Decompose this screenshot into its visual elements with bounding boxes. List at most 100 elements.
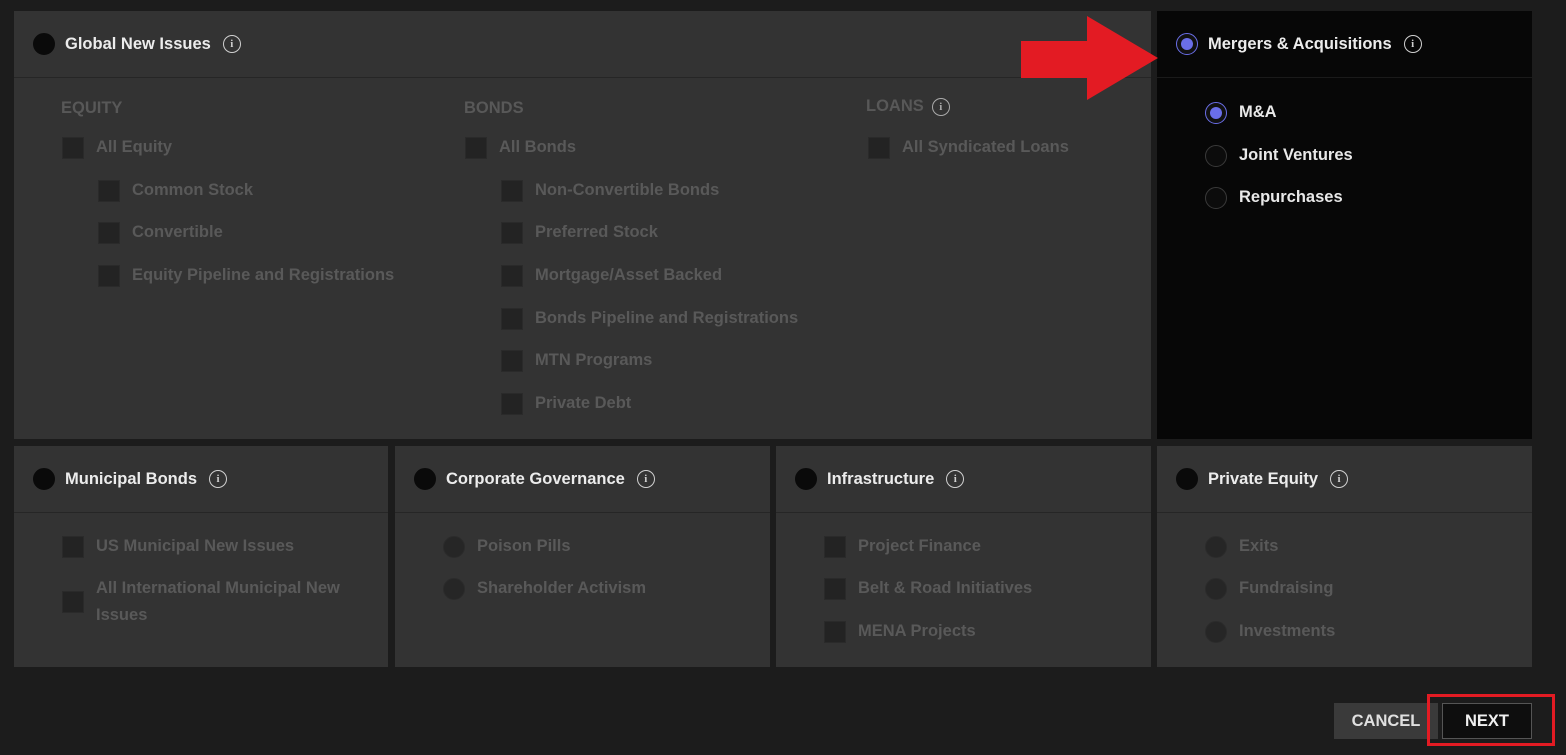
item-label: Project Finance: [858, 537, 981, 555]
highlight-box-annotation: [1427, 694, 1555, 746]
radio-private-equity[interactable]: [1176, 468, 1198, 490]
checkbox-item-all-bonds[interactable]: All Bonds: [465, 134, 576, 161]
radio-item-exits[interactable]: Exits: [1205, 533, 1278, 560]
item-label: Belt & Road Initiatives: [858, 579, 1033, 597]
radio-item-poison-pills[interactable]: Poison Pills: [443, 533, 571, 560]
radio[interactable]: [443, 577, 465, 600]
info-icon[interactable]: i: [1403, 35, 1422, 53]
checkbox-item-all-equity[interactable]: All Equity: [62, 134, 172, 161]
radio-infrastructure[interactable]: [795, 468, 817, 490]
checkbox[interactable]: [98, 264, 120, 287]
checkbox-item-mortgage-asset-backed[interactable]: Mortgage/Asset Backed: [501, 262, 722, 289]
checkbox-item-intl-municipal-new-issues[interactable]: All International Municipal New Issues: [62, 575, 362, 629]
category-title-equity: EQUITY: [61, 99, 123, 117]
checkbox[interactable]: [501, 264, 523, 287]
radio[interactable]: [1205, 101, 1227, 124]
red-arrow-annotation: [1021, 16, 1158, 100]
checkbox-item-project-finance[interactable]: Project Finance: [824, 533, 981, 560]
item-label: Investments: [1239, 622, 1336, 640]
item-label: Fundraising: [1239, 579, 1334, 597]
checkbox-item-private-debt[interactable]: Private Debt: [501, 390, 631, 417]
radio-item-fundraising[interactable]: Fundraising: [1205, 575, 1333, 602]
panel-municipal-bonds: Municipal Bonds i US Municipal New Issue…: [14, 446, 388, 667]
category-title-bonds: BONDS: [464, 99, 524, 117]
radio-corporate-governance[interactable]: [414, 468, 436, 490]
checkbox-item-all-syndicated-loans[interactable]: All Syndicated Loans: [868, 134, 1069, 161]
panel-header-mergers-acquisitions[interactable]: Mergers & Acquisitions i: [1157, 11, 1532, 78]
radio[interactable]: [1205, 620, 1227, 643]
panel-private-equity: Private Equity i Exits Fundraising Inves…: [1157, 446, 1532, 667]
info-icon[interactable]: i: [1330, 470, 1349, 488]
item-label: All Bonds: [499, 138, 576, 156]
radio-municipal-bonds[interactable]: [33, 468, 55, 490]
panel-header-municipal-bonds[interactable]: Municipal Bonds i: [14, 446, 388, 513]
panel-title: Mergers & Acquisitions: [1208, 34, 1392, 53]
checkbox[interactable]: [824, 535, 846, 558]
info-icon[interactable]: i: [222, 35, 241, 53]
panel-title: Private Equity: [1208, 469, 1319, 488]
item-label: Repurchases: [1239, 188, 1343, 206]
item-label: Joint Ventures: [1239, 146, 1353, 164]
radio[interactable]: [1205, 186, 1227, 209]
checkbox[interactable]: [824, 620, 846, 643]
item-label: Shareholder Activism: [477, 579, 647, 597]
checkbox-item-common-stock[interactable]: Common Stock: [98, 177, 253, 204]
checkbox-item-mena-projects[interactable]: MENA Projects: [824, 618, 976, 645]
item-label: Preferred Stock: [535, 223, 658, 241]
checkbox-item-equity-pipeline[interactable]: Equity Pipeline and Registrations: [98, 262, 394, 289]
radio[interactable]: [1205, 577, 1227, 600]
checkbox-item-mtn-programs[interactable]: MTN Programs: [501, 347, 652, 374]
panel-header-global-new-issues[interactable]: Global New Issues i: [14, 11, 1151, 78]
panel-title: Infrastructure: [827, 469, 935, 488]
checkbox-item-non-convertible-bonds[interactable]: Non-Convertible Bonds: [501, 177, 719, 204]
item-label: All International Municipal New Issues: [96, 579, 340, 624]
checkbox[interactable]: [824, 577, 846, 600]
radio-item-repurchases[interactable]: Repurchases: [1205, 184, 1343, 211]
radio[interactable]: [443, 535, 465, 558]
checkbox[interactable]: [465, 136, 487, 159]
item-label: Poison Pills: [477, 537, 571, 555]
checkbox-item-us-municipal-new-issues[interactable]: US Municipal New Issues: [62, 533, 294, 560]
panel-header-private-equity[interactable]: Private Equity i: [1157, 446, 1532, 513]
radio-mergers-acquisitions[interactable]: [1176, 33, 1198, 55]
radio-global-new-issues[interactable]: [33, 33, 55, 55]
checkbox[interactable]: [62, 535, 84, 558]
checkbox[interactable]: [501, 179, 523, 202]
panel-global-new-issues: Global New Issues i EQUITY All Equity Co…: [14, 11, 1151, 439]
item-label: Exits: [1239, 537, 1279, 555]
checkbox[interactable]: [98, 221, 120, 244]
info-icon[interactable]: i: [931, 97, 950, 116]
checkbox-item-preferred-stock[interactable]: Preferred Stock: [501, 219, 658, 246]
checkbox[interactable]: [501, 221, 523, 244]
category-title-loans: LOANS i: [866, 97, 950, 116]
checkbox-item-bonds-pipeline[interactable]: Bonds Pipeline and Registrations: [501, 305, 798, 332]
checkbox[interactable]: [62, 591, 84, 613]
info-icon[interactable]: i: [636, 470, 655, 488]
checkbox[interactable]: [868, 136, 890, 159]
radio-item-investments[interactable]: Investments: [1205, 618, 1335, 645]
panel-title: Corporate Governance: [446, 469, 625, 488]
panel-header-infrastructure[interactable]: Infrastructure i: [776, 446, 1151, 513]
checkbox[interactable]: [98, 179, 120, 202]
item-label: Convertible: [132, 223, 223, 241]
radio-item-shareholder-activism[interactable]: Shareholder Activism: [443, 575, 646, 602]
checkbox-item-convertible[interactable]: Convertible: [98, 219, 223, 246]
item-label: Private Debt: [535, 394, 632, 412]
cancel-button[interactable]: CANCEL: [1334, 703, 1438, 739]
info-icon[interactable]: i: [209, 470, 227, 488]
checkbox[interactable]: [62, 136, 84, 159]
panel-header-corporate-governance[interactable]: Corporate Governance i: [395, 446, 770, 513]
radio-item-m-and-a[interactable]: M&A: [1205, 99, 1277, 126]
checkbox[interactable]: [501, 392, 523, 415]
item-label: MTN Programs: [535, 351, 653, 369]
info-icon[interactable]: i: [946, 470, 965, 488]
radio[interactable]: [1205, 144, 1227, 167]
checkbox-item-belt-road[interactable]: Belt & Road Initiatives: [824, 575, 1032, 602]
radio-item-joint-ventures[interactable]: Joint Ventures: [1205, 142, 1353, 169]
item-label: M&A: [1239, 103, 1277, 121]
panel-infrastructure: Infrastructure i Project Finance Belt & …: [776, 446, 1151, 667]
item-label: Mortgage/Asset Backed: [535, 266, 723, 284]
radio[interactable]: [1205, 535, 1227, 558]
checkbox[interactable]: [501, 349, 523, 372]
checkbox[interactable]: [501, 307, 523, 330]
